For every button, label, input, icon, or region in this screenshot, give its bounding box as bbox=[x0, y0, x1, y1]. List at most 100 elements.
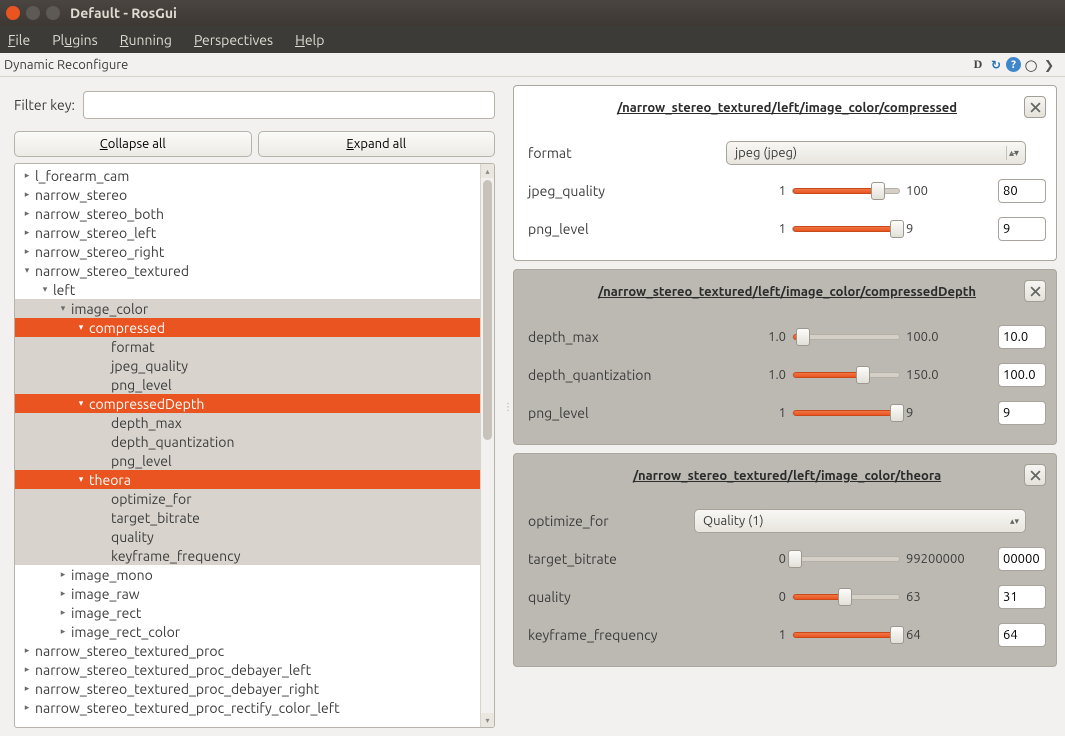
tree-row[interactable]: ▾narrow_stereo_textured bbox=[15, 261, 494, 280]
tree-row[interactable]: ▾left bbox=[15, 280, 494, 299]
tree-row[interactable]: ▸narrow_stereo_textured_proc bbox=[15, 641, 494, 660]
tree-row[interactable]: ▸narrow_stereo_textured_proc_debayer_lef… bbox=[15, 660, 494, 679]
tree-row[interactable]: ▸narrow_stereo_textured_proc_debayer_rig… bbox=[15, 679, 494, 698]
depth-quant-slider[interactable] bbox=[792, 372, 900, 378]
tree-row[interactable]: ▸l_forearm_cam bbox=[15, 166, 494, 185]
chevron-right-icon: ▸ bbox=[21, 170, 33, 181]
param-png-level: png_level 1 9 bbox=[528, 210, 1046, 248]
chevron-right-icon: ▸ bbox=[21, 208, 33, 219]
panel-title: /narrow_stereo_textured/left/image_color… bbox=[598, 285, 976, 299]
jpeg-quality-slider[interactable] bbox=[792, 188, 900, 194]
reload-icon[interactable]: ↻ bbox=[988, 57, 1004, 73]
tree-label: compressed bbox=[89, 320, 165, 336]
collapse-all-button[interactable]: Collapse all bbox=[14, 131, 252, 157]
menu-perspectives[interactable]: Perspectives bbox=[194, 32, 273, 48]
tree-row[interactable]: ▸image_raw bbox=[15, 584, 494, 603]
param-jpeg-quality: jpeg_quality 1 100 bbox=[528, 172, 1046, 210]
keyframe-slider[interactable] bbox=[792, 632, 900, 638]
expand-all-button[interactable]: Expand all bbox=[258, 131, 496, 157]
tree-row[interactable]: ▸narrow_stereo_textured_proc_rectify_col… bbox=[15, 698, 494, 717]
tree-label: narrow_stereo_textured_proc_debayer_righ… bbox=[35, 681, 319, 697]
panel-compressed-depth: /narrow_stereo_textured/left/image_color… bbox=[513, 269, 1057, 445]
tree-row[interactable]: ▸narrow_stereo bbox=[15, 185, 494, 204]
chevron-right-icon: ▸ bbox=[21, 189, 33, 200]
menu-file[interactable]: File bbox=[8, 32, 30, 48]
chevron-down-icon: ▾ bbox=[57, 303, 69, 314]
cd-png-input[interactable] bbox=[998, 401, 1046, 425]
tree-row[interactable]: ▸narrow_stereo_right bbox=[15, 242, 494, 261]
tree-label: keyframe_frequency bbox=[111, 548, 241, 564]
tree-label: narrow_stereo_left bbox=[35, 225, 156, 241]
tree-row[interactable]: ▾image_color bbox=[15, 299, 494, 318]
tree-row[interactable]: png_level bbox=[15, 375, 494, 394]
chevron-down-icon: ▾ bbox=[21, 265, 33, 276]
panel-title: /narrow_stereo_textured/left/image_color… bbox=[617, 101, 957, 115]
quality-input[interactable] bbox=[998, 585, 1046, 609]
minimize-icon[interactable] bbox=[26, 6, 40, 20]
panel-close-button[interactable] bbox=[1024, 464, 1046, 486]
tree-label: png_level bbox=[111, 377, 172, 393]
dock-d-icon[interactable]: D bbox=[970, 57, 986, 73]
undock-icon[interactable]: ❯ bbox=[1041, 57, 1057, 73]
chevron-down-icon: ▾ bbox=[75, 474, 87, 485]
panel-close-button[interactable] bbox=[1024, 96, 1046, 118]
tree-label: image_color bbox=[71, 301, 148, 317]
tree-row[interactable]: depth_max bbox=[15, 413, 494, 432]
depth-max-slider[interactable] bbox=[792, 334, 900, 340]
tree-row[interactable]: ▾theora bbox=[15, 470, 494, 489]
tree-row[interactable]: ▸image_mono bbox=[15, 565, 494, 584]
tree-label: image_mono bbox=[71, 567, 153, 583]
format-combo[interactable]: jpeg (jpeg) ▴▾ bbox=[726, 141, 1026, 165]
close-icon[interactable] bbox=[6, 6, 20, 20]
tree-row[interactable]: keyframe_frequency bbox=[15, 546, 494, 565]
tree-row[interactable]: ▸image_rect_color bbox=[15, 622, 494, 641]
chevron-right-icon: ▸ bbox=[21, 227, 33, 238]
window-titlebar: Default - RosGui bbox=[0, 0, 1065, 26]
tree-scrollbar[interactable]: ▴ ▾ bbox=[480, 164, 494, 727]
cd-png-slider[interactable] bbox=[792, 410, 900, 416]
menu-running[interactable]: Running bbox=[120, 32, 172, 48]
splitter[interactable] bbox=[505, 77, 511, 736]
tree-label: narrow_stereo_textured_proc_rectify_colo… bbox=[35, 700, 340, 716]
filter-input[interactable] bbox=[83, 91, 495, 119]
tree-label: depth_quantization bbox=[111, 434, 234, 450]
tree-label: quality bbox=[111, 529, 154, 545]
tree-label: jpeg_quality bbox=[111, 358, 188, 374]
png-level-slider[interactable] bbox=[792, 226, 900, 232]
chevron-right-icon: ▸ bbox=[21, 246, 33, 257]
tree-row[interactable]: ▸image_rect bbox=[15, 603, 494, 622]
tree-row[interactable]: jpeg_quality bbox=[15, 356, 494, 375]
filter-label: Filter key: bbox=[14, 97, 75, 113]
tree-row[interactable]: ▸narrow_stereo_left bbox=[15, 223, 494, 242]
tree-row[interactable]: ▾compressed bbox=[15, 318, 494, 337]
tree-row[interactable]: depth_quantization bbox=[15, 432, 494, 451]
depth-quant-input[interactable] bbox=[998, 363, 1046, 387]
optimize-for-combo[interactable]: Quality (1) ▴▾ bbox=[694, 509, 1026, 533]
tree-row[interactable]: ▸narrow_stereo_both bbox=[15, 204, 494, 223]
keyframe-input[interactable] bbox=[998, 623, 1046, 647]
tree-row[interactable]: target_bitrate bbox=[15, 508, 494, 527]
tree-row[interactable]: quality bbox=[15, 527, 494, 546]
help-icon[interactable]: ? bbox=[1006, 57, 1021, 72]
settings-icon[interactable]: ○ bbox=[1023, 57, 1039, 73]
tree-label: image_rect_color bbox=[71, 624, 180, 640]
tree-row[interactable]: ▾compressedDepth bbox=[15, 394, 494, 413]
jpeg-quality-input[interactable] bbox=[998, 179, 1046, 203]
menu-help[interactable]: Help bbox=[295, 32, 324, 48]
tree-view[interactable]: ▸l_forearm_cam▸narrow_stereo▸narrow_ster… bbox=[14, 163, 495, 728]
png-level-input[interactable] bbox=[998, 217, 1046, 241]
tree-row[interactable]: png_level bbox=[15, 451, 494, 470]
quality-slider[interactable] bbox=[792, 594, 900, 600]
panel-compressed: /narrow_stereo_textured/left/image_color… bbox=[513, 85, 1057, 261]
tree-label: compressedDepth bbox=[89, 396, 204, 412]
menu-plugins[interactable]: Plugins bbox=[52, 32, 98, 48]
panel-close-button[interactable] bbox=[1024, 280, 1046, 302]
bitrate-slider[interactable] bbox=[792, 556, 900, 562]
tree-label: narrow_stereo_textured_proc bbox=[35, 643, 224, 659]
bitrate-input[interactable] bbox=[998, 547, 1046, 571]
tree-row[interactable]: format bbox=[15, 337, 494, 356]
maximize-icon[interactable] bbox=[46, 6, 60, 20]
tree-row[interactable]: optimize_for bbox=[15, 489, 494, 508]
depth-max-input[interactable] bbox=[998, 325, 1046, 349]
dock-header: Dynamic Reconfigure D ↻ ? ○ ❯ bbox=[0, 53, 1065, 77]
